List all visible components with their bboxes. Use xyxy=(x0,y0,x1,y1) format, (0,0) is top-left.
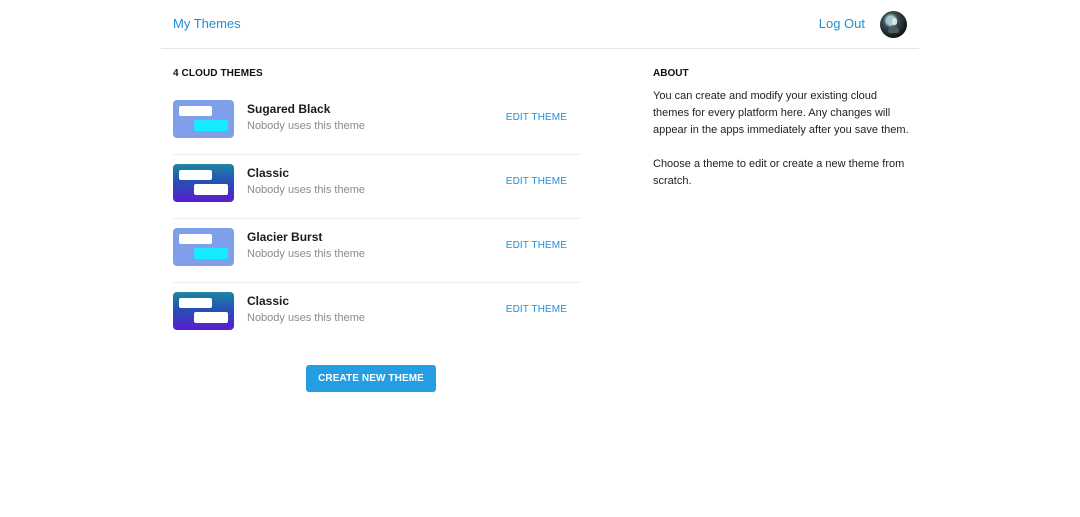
main-container: My Themes Log Out 4 CLOUD THEMES Sugared… xyxy=(161,0,919,517)
thumbnail-bar-top xyxy=(179,170,212,180)
thumbnail-bar-bottom xyxy=(194,248,228,259)
theme-usage: Nobody uses this theme xyxy=(247,248,366,260)
create-new-theme-button[interactable]: CREATE NEW THEME xyxy=(306,365,436,392)
theme-thumbnail-icon xyxy=(173,164,234,202)
edit-theme-button[interactable]: EDIT THEME xyxy=(506,176,567,187)
thumbnail-bar-top xyxy=(179,298,212,308)
theme-row-glacier-burst: Glacier Burst Nobody uses this theme EDI… xyxy=(173,219,581,283)
about-paragraph: You can create and modify your existing … xyxy=(653,90,909,136)
theme-name: Classic xyxy=(247,294,290,308)
theme-usage: Nobody uses this theme xyxy=(247,184,366,196)
thumbnail-bar-top xyxy=(179,106,212,116)
avatar-icon[interactable] xyxy=(880,11,907,38)
thumbnail-bar-top xyxy=(179,234,212,244)
theme-list: Sugared Black Nobody uses this theme EDI… xyxy=(173,91,581,346)
thumbnail-bar-bottom xyxy=(194,184,228,195)
theme-row-classic-2: Classic Nobody uses this theme EDIT THEM… xyxy=(173,283,581,346)
edit-theme-button[interactable]: EDIT THEME xyxy=(506,304,567,315)
about-title: ABOUT xyxy=(653,68,689,79)
theme-thumbnail-icon xyxy=(173,100,234,138)
theme-thumbnail-icon xyxy=(173,228,234,266)
theme-name: Glacier Burst xyxy=(247,230,323,244)
top-navigation: My Themes Log Out xyxy=(161,0,919,49)
theme-name: Classic xyxy=(247,166,290,180)
theme-name: Sugared Black xyxy=(247,102,331,116)
edit-theme-button[interactable]: EDIT THEME xyxy=(506,112,567,123)
page: My Themes Log Out 4 CLOUD THEMES Sugared… xyxy=(0,0,1080,517)
theme-row-sugared-black: Sugared Black Nobody uses this theme EDI… xyxy=(173,91,581,155)
thumbnail-bar-bottom xyxy=(194,120,228,131)
theme-usage: Nobody uses this theme xyxy=(247,120,366,132)
edit-theme-button[interactable]: EDIT THEME xyxy=(506,240,567,251)
about-paragraph: Choose a theme to edit or create a new t… xyxy=(653,158,905,187)
logout-link[interactable]: Log Out xyxy=(819,16,865,31)
theme-usage: Nobody uses this theme xyxy=(247,312,366,324)
my-themes-link[interactable]: My Themes xyxy=(173,16,241,31)
theme-row-classic: Classic Nobody uses this theme EDIT THEM… xyxy=(173,155,581,219)
cloud-themes-title: 4 CLOUD THEMES xyxy=(173,68,263,79)
theme-thumbnail-icon xyxy=(173,292,234,330)
about-panel: ABOUT You can create and modify your exi… xyxy=(653,68,913,190)
thumbnail-bar-bottom xyxy=(194,312,228,323)
cloud-themes-section: 4 CLOUD THEMES Sugared Black Nobody uses… xyxy=(173,68,581,330)
